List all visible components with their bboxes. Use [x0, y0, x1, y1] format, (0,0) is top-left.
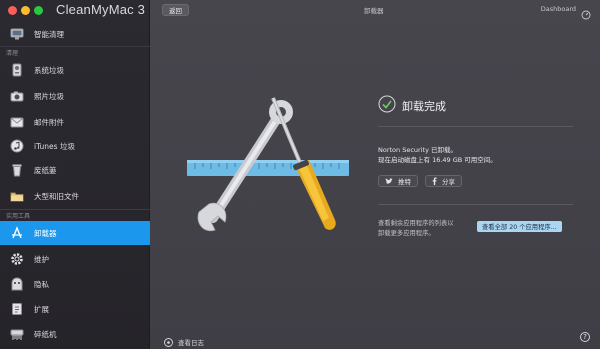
free-space-message: 现在启动磁盘上有 16.49 GB 可用空间。: [378, 156, 497, 164]
top-bar: 返回 卸载器 Dashboard: [150, 0, 600, 20]
section-label-clean: 清理: [6, 50, 19, 57]
status-row: 卸载完成: [378, 95, 446, 117]
dashboard-link[interactable]: Dashboard: [541, 5, 576, 13]
system-junk-icon: [10, 63, 24, 77]
sidebar-item-shredder[interactable]: 碎纸机: [0, 322, 150, 346]
trash-icon: [10, 163, 24, 177]
divider: [378, 204, 573, 205]
share-button[interactable]: 分享: [425, 175, 462, 187]
checkmark-icon: [378, 95, 396, 117]
app-store-icon: [10, 226, 24, 240]
help-button[interactable]: ?: [580, 332, 590, 342]
privacy-icon: [10, 277, 24, 291]
view-log-link[interactable]: 查看日志: [164, 332, 204, 349]
sidebar-item-label: 废纸篓: [34, 165, 57, 175]
sidebar-item-label: 照片垃圾: [34, 91, 64, 101]
title-bar: CleanMyMac 3: [0, 0, 149, 22]
close-window-button[interactable]: [8, 6, 17, 15]
sidebar-item-photo-junk[interactable]: 照片垃圾: [0, 84, 150, 108]
sidebar-item-label: 邮件附件: [34, 117, 64, 127]
sidebar-item-label: 碎纸机: [34, 329, 57, 339]
view-all-apps-button[interactable]: 查看全部 20 个应用程序...: [477, 221, 562, 232]
uninstaller-illustration: [185, 90, 355, 250]
sidebar-divider: [0, 209, 150, 210]
sidebar-item-label: 大型和旧文件: [34, 191, 79, 201]
mail-icon: [10, 115, 24, 129]
folder-icon: [10, 189, 24, 203]
camera-icon: [10, 89, 24, 103]
sidebar-item-label: 系统垃圾: [34, 65, 64, 75]
sidebar-item-system-junk[interactable]: 系统垃圾: [0, 58, 150, 82]
app-title: CleanMyMac 3: [56, 2, 146, 17]
uninstalled-app-message: Norton Security 已卸载。: [378, 146, 457, 154]
sidebar-item-extensions[interactable]: 扩展: [0, 297, 150, 321]
sidebar: CleanMyMac 3 智能清理 清理 系统垃圾 照片垃圾 邮件附件 iTun…: [0, 0, 150, 349]
minimize-window-button[interactable]: [21, 6, 30, 15]
remaining-apps-hint: 查看剩余应用程序的列表以: [378, 220, 454, 227]
sidebar-item-privacy[interactable]: 隐私: [0, 272, 150, 296]
sidebar-item-smart-cleanup[interactable]: 智能清理: [0, 22, 150, 46]
sidebar-item-large-old-files[interactable]: 大型和旧文件: [0, 184, 150, 208]
sidebar-item-label: 隐私: [34, 279, 49, 289]
sidebar-divider: [0, 46, 150, 47]
sidebar-item-uninstaller[interactable]: 卸载器: [0, 221, 150, 245]
divider: [378, 126, 573, 127]
status-title: 卸载完成: [402, 100, 446, 113]
sidebar-item-label: iTunes 垃圾: [34, 141, 75, 151]
tweet-button[interactable]: 推特: [378, 175, 418, 187]
sidebar-item-itunes-junk[interactable]: iTunes 垃圾: [0, 134, 150, 158]
section-label-utilities: 实用工具: [6, 213, 31, 220]
zoom-window-button[interactable]: [34, 6, 43, 15]
main-panel: 返回 卸载器 Dashboard 卸载完成 Norton Security 已卸…: [150, 0, 600, 349]
tweet-label: 推特: [398, 178, 411, 186]
back-button[interactable]: 返回: [162, 4, 189, 16]
sidebar-item-label: 智能清理: [34, 29, 64, 39]
view-log-label: 查看日志: [178, 338, 204, 347]
share-label: 分享: [442, 178, 455, 186]
log-icon: [164, 332, 173, 349]
music-note-icon: [10, 139, 24, 153]
page-title: 卸载器: [364, 7, 384, 15]
sidebar-item-trash[interactable]: 废纸篓: [0, 158, 150, 182]
facebook-icon: [432, 177, 437, 185]
twitter-icon: [385, 177, 393, 185]
sidebar-item-label: 卸载器: [34, 228, 57, 238]
sidebar-item-mail-attachments[interactable]: 邮件附件: [0, 110, 150, 134]
shredder-icon: [10, 327, 24, 341]
gauge-icon[interactable]: [581, 5, 591, 24]
remaining-apps-hint-2: 卸载更多应用程序。: [378, 230, 435, 237]
ruler-graphic: [187, 160, 349, 176]
sidebar-item-label: 维护: [34, 254, 49, 264]
monitor-icon: [10, 27, 24, 41]
puzzle-icon: [10, 302, 24, 316]
sidebar-item-maintenance[interactable]: 维护: [0, 247, 150, 271]
gear-icon: [10, 252, 24, 266]
sidebar-item-label: 扩展: [34, 304, 49, 314]
